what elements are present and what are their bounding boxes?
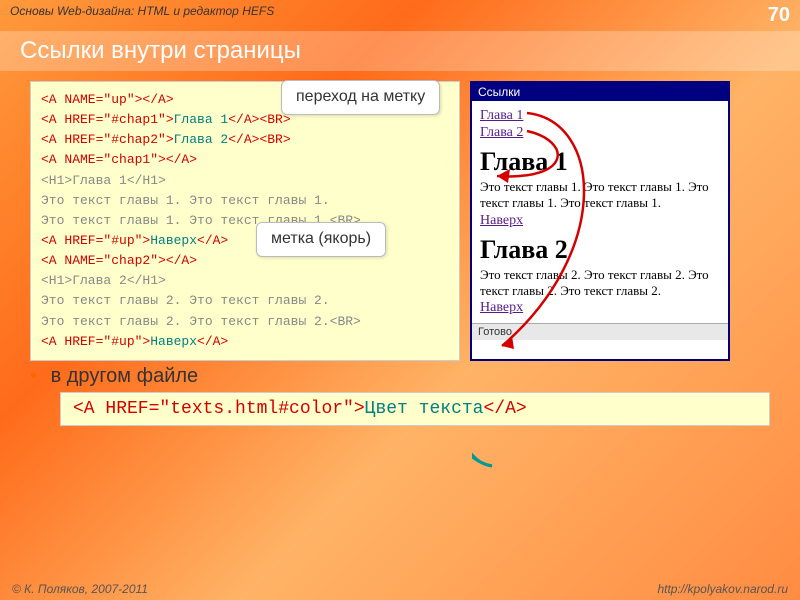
code-tag: </A> bbox=[166, 152, 197, 167]
course-title: Основы Web-дизайна: HTML и редактор HEFS bbox=[10, 4, 274, 27]
code-tag: <A NAME="chap2"> bbox=[41, 253, 166, 268]
page-number: 70 bbox=[768, 4, 790, 27]
header-meta: Основы Web-дизайна: HTML и редактор HEFS… bbox=[0, 0, 800, 31]
footer-url: http://kpolyakov.narod.ru bbox=[657, 582, 788, 596]
code-tag: <A HREF="#chap1"> bbox=[41, 112, 174, 127]
code-tag: <A HREF="texts.html#color"> bbox=[73, 399, 365, 419]
browser-h1: Глава 2 bbox=[480, 235, 720, 265]
code-tag: </A> bbox=[483, 399, 526, 419]
code-text: Это текст главы 2. Это текст главы 2.<BR… bbox=[41, 314, 361, 329]
code-tag: <A HREF="#up"> bbox=[41, 233, 150, 248]
callout-anchor: метка (якорь) bbox=[256, 222, 386, 257]
callout-jump: переход на метку bbox=[281, 80, 440, 115]
main-content: переход на метку метка (якорь) <A NAME="… bbox=[0, 71, 800, 361]
code-tag: <A NAME="chap1"> bbox=[41, 152, 166, 167]
slide-title: Ссылки внутри страницы bbox=[0, 31, 800, 71]
code-text: Глава 2 bbox=[174, 132, 229, 147]
code-text: Наверх bbox=[150, 334, 197, 349]
bullet-text: в другом файле bbox=[51, 365, 199, 387]
code-text: <H1>Глава 1</H1> bbox=[41, 173, 166, 188]
code-tag: </A><BR> bbox=[228, 112, 290, 127]
code-tag: </A> bbox=[166, 253, 197, 268]
code-tag: <A HREF="#chap2"> bbox=[41, 132, 174, 147]
code-block: переход на метку метка (якорь) <A NAME="… bbox=[30, 81, 460, 361]
code-tag: <A HREF="#up"> bbox=[41, 334, 150, 349]
browser-link[interactable]: Глава 2 bbox=[480, 125, 720, 141]
browser-preview: Ссылки Глава 1 Глава 2 Глава 1 Это текст… bbox=[470, 81, 730, 361]
code-tag: <A NAME="up"> bbox=[41, 92, 142, 107]
browser-text: Это текст главы 2. Это текст главы 2. Эт… bbox=[480, 267, 720, 300]
code-tag: </A> bbox=[197, 233, 228, 248]
code-text: Наверх bbox=[150, 233, 197, 248]
code-tag: </A> bbox=[142, 92, 173, 107]
code-text: <H1>Глава 2</H1> bbox=[41, 273, 166, 288]
browser-link-up[interactable]: Наверх bbox=[480, 213, 720, 229]
code-text: Глава 1 bbox=[174, 112, 229, 127]
browser-h1: Глава 1 bbox=[480, 147, 720, 177]
code-tag: </A><BR> bbox=[228, 132, 290, 147]
browser-body: Глава 1 Глава 2 Глава 1 Это текст главы … bbox=[472, 101, 728, 323]
browser-statusbar: Готово bbox=[472, 323, 728, 340]
code-tag: </A> bbox=[197, 334, 228, 349]
browser-link[interactable]: Глава 1 bbox=[480, 108, 720, 124]
bullet-other-file: в другом файле bbox=[30, 365, 800, 388]
browser-text: Это текст главы 1. Это текст главы 1. Эт… bbox=[480, 179, 720, 212]
browser-titlebar: Ссылки bbox=[472, 83, 728, 101]
code-text: Это текст главы 1. Это текст главы 1. bbox=[41, 193, 330, 208]
footer: © К. Поляков, 2007-2011 http://kpolyakov… bbox=[0, 582, 800, 596]
code-text: Цвет текста bbox=[365, 399, 484, 419]
browser-link-up[interactable]: Наверх bbox=[480, 300, 720, 316]
code-text: Это текст главы 2. Это текст главы 2. bbox=[41, 293, 330, 308]
footer-copyright: © К. Поляков, 2007-2011 bbox=[12, 582, 148, 596]
bottom-code-block: <A HREF="texts.html#color">Цвет текста</… bbox=[60, 392, 770, 426]
